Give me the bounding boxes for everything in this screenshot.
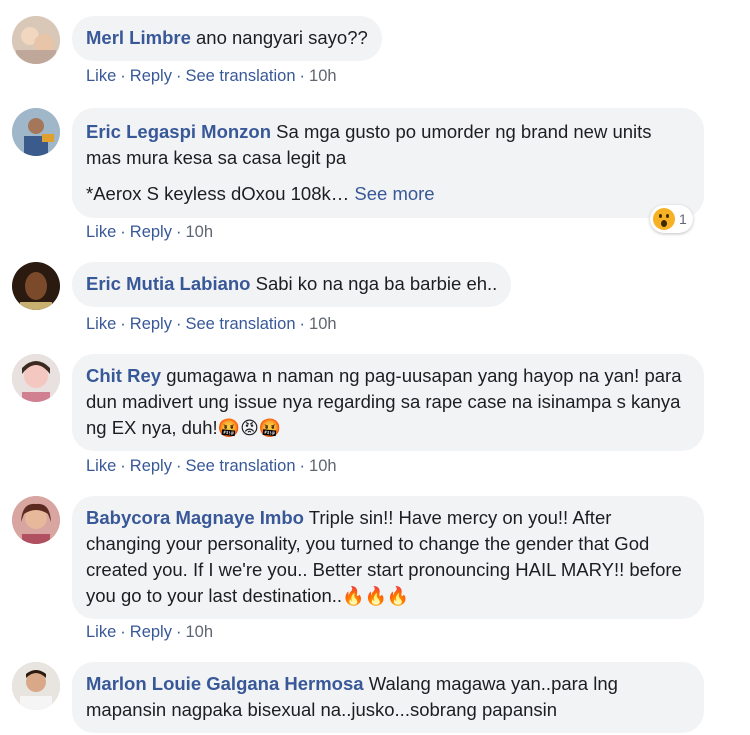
comment-time[interactable]: 10h xyxy=(309,67,337,85)
comment-text: Sabi ko na nga ba barbie eh.. xyxy=(255,273,498,294)
comment-text: ano nangyari sayo?? xyxy=(196,27,368,48)
comment-time[interactable]: 10h xyxy=(309,457,337,475)
comment-actions: Like · Reply · See translation · 10h xyxy=(86,67,337,85)
avatar[interactable] xyxy=(12,16,60,64)
see-translation-link[interactable]: See translation xyxy=(185,457,295,475)
comment-actions: Like · Reply · See translation · 10h xyxy=(86,315,337,333)
comment-actions: Like · Reply · See translation · 10h xyxy=(86,457,337,475)
reply-link[interactable]: Reply xyxy=(130,67,172,85)
reply-link[interactable]: Reply xyxy=(130,315,172,333)
like-link[interactable]: Like xyxy=(86,623,116,641)
comment-time[interactable]: 10h xyxy=(185,223,213,241)
comment-author[interactable]: Merl Limbre xyxy=(86,27,191,48)
wow-icon xyxy=(653,208,675,230)
like-link[interactable]: Like xyxy=(86,67,116,85)
comment-bubble: Babycora Magnaye Imbo Triple sin!! Have … xyxy=(72,496,704,619)
comment-time[interactable]: 10h xyxy=(185,623,213,641)
comment-bubble: Chit Rey gumagawa n naman ng pag-uusapan… xyxy=(72,354,704,451)
see-translation-link[interactable]: See translation xyxy=(185,315,295,333)
comment-text: gumagawa n naman ng pag-uusapan yang hay… xyxy=(86,365,682,438)
fire-emoji-icons: 🔥🔥🔥 xyxy=(342,586,410,606)
reaction-badge[interactable]: 1 xyxy=(650,205,693,233)
reply-link[interactable]: Reply xyxy=(130,457,172,475)
comment-author[interactable]: Eric Legaspi Monzon xyxy=(86,121,271,142)
see-more-link[interactable]: See more xyxy=(354,183,434,204)
avatar[interactable] xyxy=(12,496,60,544)
like-link[interactable]: Like xyxy=(86,457,116,475)
comment-bubble: Merl Limbre ano nangyari sayo?? xyxy=(72,16,382,61)
see-translation-link[interactable]: See translation xyxy=(185,67,295,85)
avatar[interactable] xyxy=(12,108,60,156)
comment-actions: Like · Reply · 10h xyxy=(86,223,213,241)
comment-bubble: Marlon Louie Galgana Hermosa Walang maga… xyxy=(72,662,704,733)
comment-bubble: Eric Mutia Labiano Sabi ko na nga ba bar… xyxy=(72,262,512,307)
reply-link[interactable]: Reply xyxy=(130,223,172,241)
reaction-count: 1 xyxy=(679,211,687,227)
avatar[interactable] xyxy=(12,662,60,710)
comment-time[interactable]: 10h xyxy=(309,315,337,333)
like-link[interactable]: Like xyxy=(86,315,116,333)
avatar[interactable] xyxy=(12,262,60,310)
comment-author[interactable]: Eric Mutia Labiano xyxy=(86,273,250,294)
angry-emoji-icons: 🤬😡🤬 xyxy=(217,418,282,438)
like-link[interactable]: Like xyxy=(86,223,116,241)
reply-link[interactable]: Reply xyxy=(130,623,172,641)
comment-author[interactable]: Chit Rey xyxy=(86,365,161,386)
comment-text-continued: *Aerox S keyless dOxou 108k… xyxy=(86,183,350,204)
comment-bubble: Eric Legaspi Monzon Sa mga gusto po umor… xyxy=(72,108,704,218)
comment-author[interactable]: Babycora Magnaye Imbo xyxy=(86,507,304,528)
comment-author[interactable]: Marlon Louie Galgana Hermosa xyxy=(86,673,364,694)
avatar[interactable] xyxy=(12,354,60,402)
comment-actions: Like · Reply · 10h xyxy=(86,623,213,641)
